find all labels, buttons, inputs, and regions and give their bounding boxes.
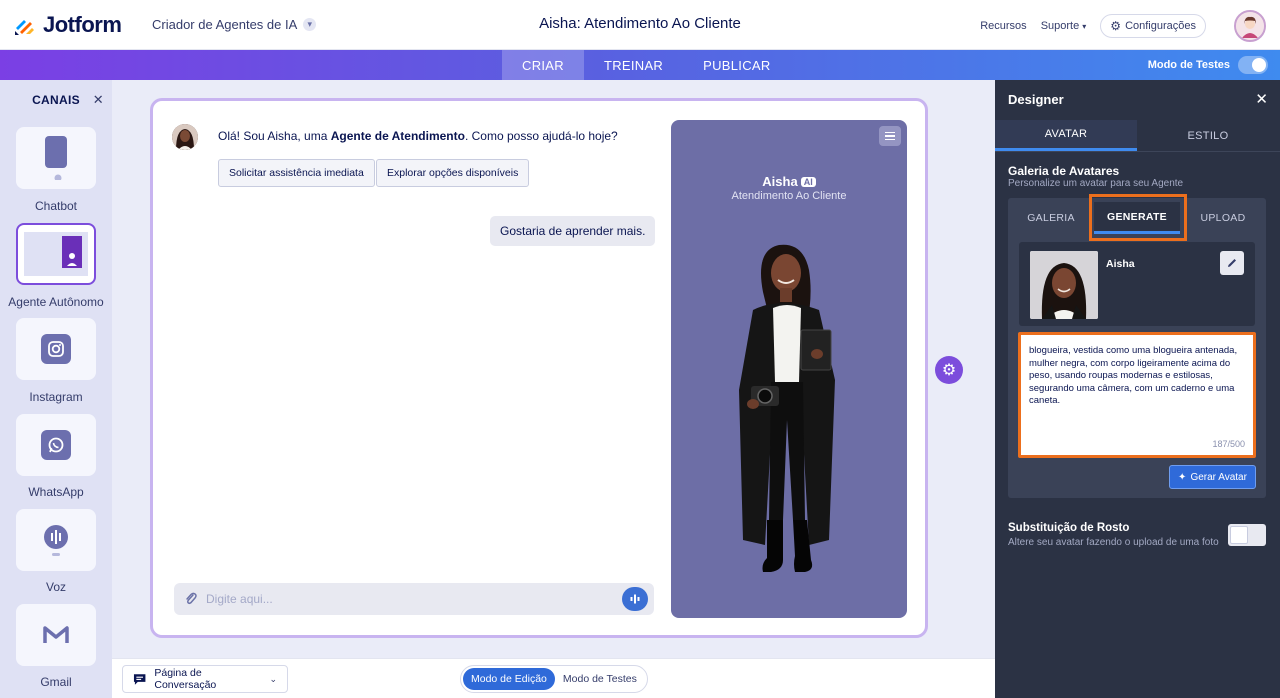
sparkle-icon: ✦ — [1178, 471, 1187, 483]
paperclip-icon[interactable] — [184, 591, 198, 607]
face-swap-subtitle: Altere seu avatar fazendo o upload de um… — [1008, 537, 1219, 548]
face-swap-title: Substituição de Rosto — [1008, 522, 1130, 534]
tab-gallery[interactable]: GALERIA — [1008, 202, 1094, 234]
resources-link[interactable]: Recursos — [980, 20, 1026, 32]
user-avatar[interactable] — [1234, 10, 1266, 42]
chat-input-placeholder: Digite aqui... — [206, 592, 273, 606]
brand-name: Jotform — [43, 12, 122, 37]
support-label: Suporte — [1040, 20, 1080, 32]
avatar-prompt-textarea[interactable]: blogueira, vestida como uma blogueira an… — [1018, 332, 1256, 458]
tab-train[interactable]: TREINAR — [584, 50, 683, 80]
instagram-icon — [41, 334, 71, 364]
toggle-knob — [1230, 526, 1248, 544]
avatar-thumbnail[interactable] — [1030, 251, 1098, 319]
greeting-bold: Agente de Atendimento — [330, 129, 465, 143]
test-mode-button[interactable]: Modo de Testes — [555, 668, 645, 690]
pencil-icon — [1228, 259, 1236, 267]
agent-avatar — [172, 124, 198, 150]
generate-tab-highlight — [1089, 194, 1187, 241]
agent-icon — [24, 232, 88, 276]
agent-avatar-figure — [739, 244, 835, 572]
gallery-title: Galeria de Avatares — [1008, 164, 1120, 178]
prompt-text: blogueira, vestida como uma blogueira an… — [1029, 345, 1238, 406]
channel-whatsapp[interactable] — [16, 414, 96, 476]
settings-label: Configurações — [1125, 20, 1196, 32]
jotform-logo[interactable]: Jotform — [14, 12, 122, 38]
breadcrumb[interactable]: Criador de Agentes de IA ▾ — [152, 17, 317, 32]
toggle-knob — [1252, 58, 1266, 72]
close-icon[interactable]: ✕ — [1255, 90, 1268, 108]
soundwave-icon — [630, 594, 640, 604]
channel-instagram[interactable] — [16, 318, 96, 380]
gallery-subtitle: Personalize um avatar para seu Agente — [1008, 178, 1184, 189]
voice-icon — [44, 525, 68, 556]
tab-avatar[interactable]: AVATAR — [995, 120, 1137, 151]
test-mode-label: Modo de Testes — [1147, 59, 1230, 71]
support-link[interactable]: Suporte ▾ — [1041, 20, 1087, 32]
designer-title: Designer — [1008, 92, 1064, 107]
jotform-logo-icon — [15, 20, 34, 35]
mode-switch: Modo de Edição Modo de Testes — [460, 665, 648, 693]
tab-create[interactable]: CRIAR — [502, 50, 584, 80]
chevron-down-icon: ⌄ — [269, 673, 277, 684]
generate-avatar-button[interactable]: ✦ Gerar Avatar — [1169, 465, 1256, 489]
main-nav: CRIAR TREINAR PUBLICAR Modo de Testes — [0, 50, 1280, 80]
chevron-down-icon: ▾ — [303, 18, 317, 31]
test-mode-toggle[interactable] — [1238, 56, 1268, 74]
gear-icon[interactable]: ⚙ — [935, 356, 963, 384]
quick-reply-button[interactable]: Solicitar assistência imediata — [218, 159, 375, 187]
channel-label: WhatsApp — [28, 485, 84, 499]
char-counter: 187/500 — [1212, 439, 1245, 449]
channel-label: Voz — [45, 580, 66, 594]
tab-publish[interactable]: PUBLICAR — [683, 50, 790, 80]
gear-icon: ⚙ — [1110, 19, 1122, 33]
agent-message: Olá! Sou Aisha, uma Agente de Atendiment… — [218, 129, 618, 143]
voice-input-button[interactable] — [622, 587, 648, 611]
tab-upload[interactable]: UPLOAD — [1180, 202, 1266, 234]
top-bar: Jotform Criador de Agentes de IA ▾ Aisha… — [0, 0, 1280, 50]
channel-agent[interactable] — [16, 223, 96, 285]
greeting-post: . Como posso ajudá-lo hoje? — [464, 129, 618, 143]
channel-label: Chatbot — [34, 199, 78, 213]
avatar-name: Aisha — [1106, 258, 1135, 270]
settings-button[interactable]: ⚙ Configurações — [1100, 14, 1206, 38]
gmail-icon — [43, 626, 69, 643]
greeting-pre: Olá! Sou Aisha, uma — [218, 129, 331, 143]
breadcrumb-label: Criador de Agentes de IA — [152, 17, 298, 32]
sidebar-title: CANAIS — [32, 93, 80, 107]
face-swap-toggle[interactable] — [1228, 524, 1266, 546]
page-selector-label: Página de Conversação — [154, 667, 217, 691]
generate-avatar-label: Gerar Avatar — [1190, 471, 1247, 483]
quick-reply-button[interactable]: Explorar opções disponíveis — [376, 159, 530, 187]
bottom-bar: Página de Conversação ⌄ Modo de Edição M… — [112, 658, 995, 698]
channel-label: Agente Autônomo — [8, 295, 104, 309]
channel-label: Instagram — [29, 390, 83, 404]
chevron-down-icon: ▾ — [1082, 22, 1087, 31]
channel-gmail[interactable] — [16, 604, 96, 666]
channel-voice[interactable] — [16, 509, 96, 571]
whatsapp-icon — [41, 430, 71, 460]
user-message: Gostaria de aprender mais. — [490, 216, 656, 246]
user-avatar-image — [1236, 12, 1264, 40]
edit-avatar-button[interactable] — [1220, 251, 1244, 275]
agent-preview: Aisha AI Atendimento Ao Cliente — [671, 120, 907, 618]
close-icon[interactable]: ✕ — [93, 92, 104, 108]
tab-style[interactable]: ESTILO — [1137, 120, 1279, 151]
chat-page-icon — [133, 673, 146, 685]
channel-label: Gmail — [40, 675, 72, 689]
chat-input[interactable]: Digite aqui... — [174, 583, 654, 615]
avatar-card: Aisha — [1019, 242, 1255, 326]
channel-chatbot[interactable] — [16, 127, 96, 189]
page-selector[interactable]: Página de Conversação ⌄ — [122, 665, 288, 693]
chatbot-icon — [45, 136, 67, 180]
edit-mode-button[interactable]: Modo de Edição — [463, 668, 555, 690]
